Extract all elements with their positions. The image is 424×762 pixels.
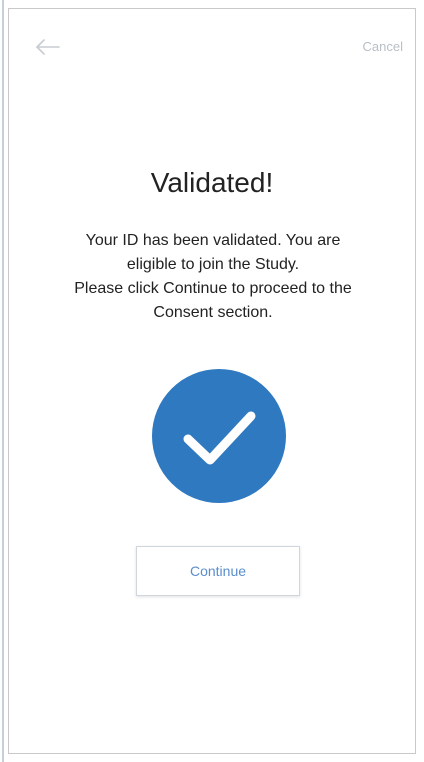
app-screen: Cancel Validated! Your ID has been valid… (8, 8, 416, 754)
message-line: Your ID has been validated. You are (85, 232, 341, 249)
message-line: eligible to join the Study. (126, 256, 300, 273)
checkmark-icon (183, 411, 256, 465)
message-line: Please click Continue to proceed to the (74, 280, 352, 297)
continue-button[interactable]: Continue (136, 546, 300, 596)
left-divider (2, 0, 4, 762)
page-title: Validated! (150, 167, 274, 198)
back-arrow-icon[interactable] (33, 35, 63, 59)
success-badge (152, 369, 286, 503)
cancel-button[interactable]: Cancel (363, 39, 403, 54)
validation-message: Your ID has been validated. You are elig… (39, 229, 387, 325)
message-line: Consent section. (153, 304, 273, 321)
navigation-bar: Cancel (9, 9, 415, 89)
